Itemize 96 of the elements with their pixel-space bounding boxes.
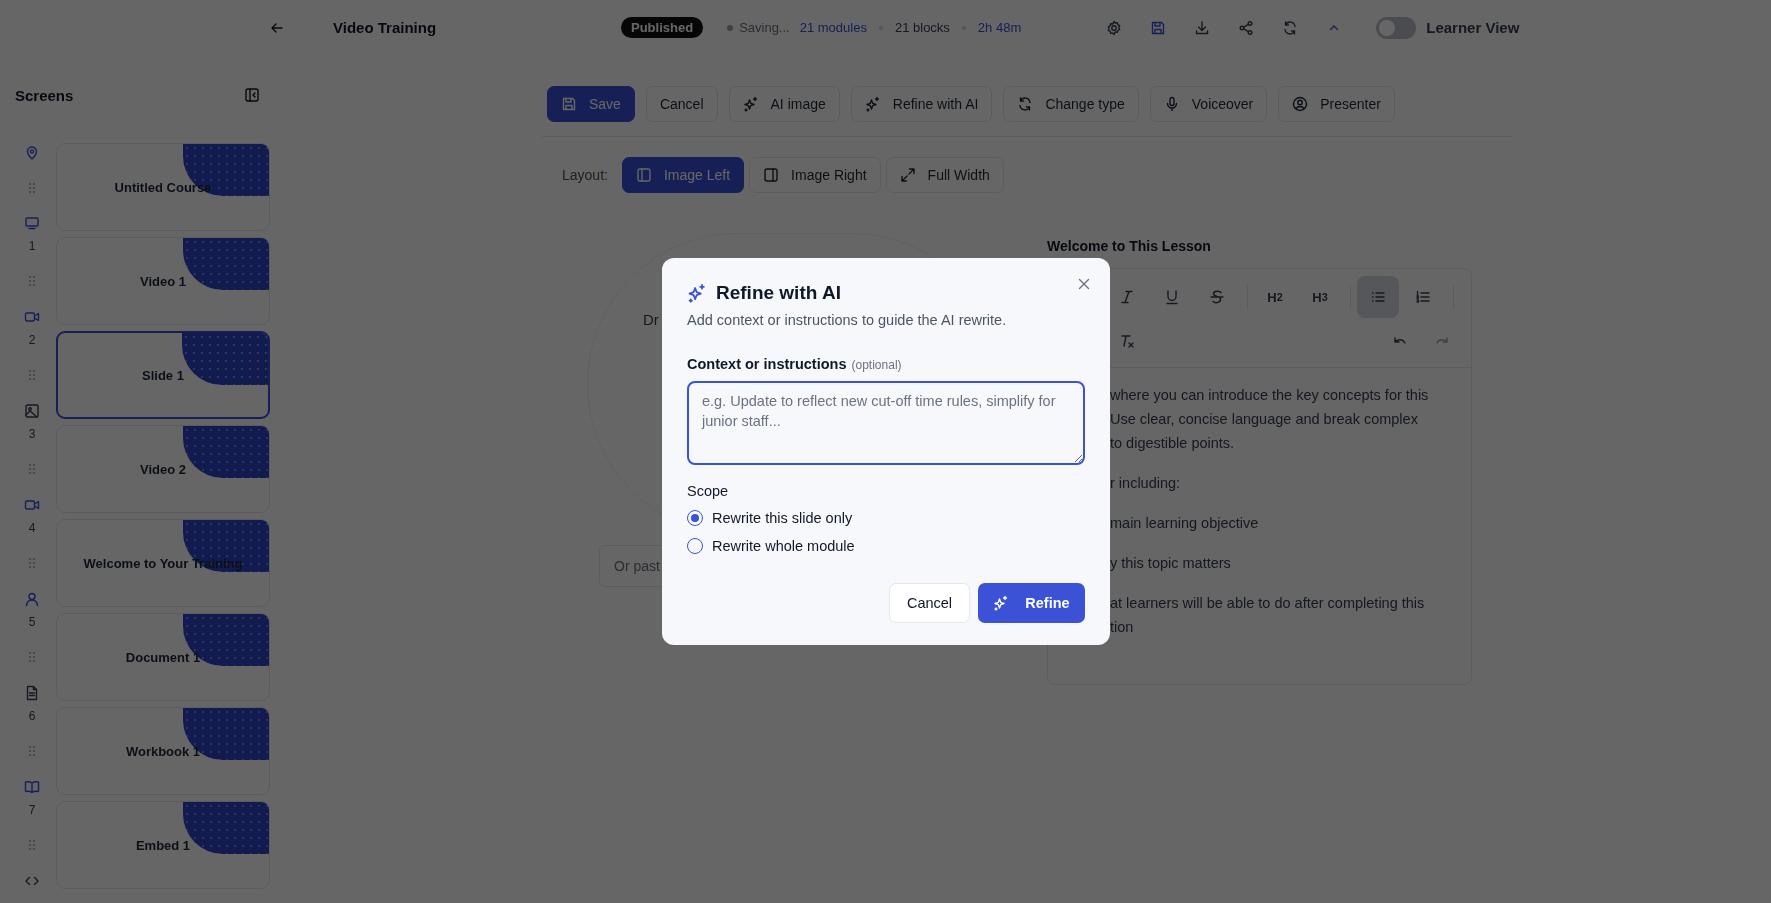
layout-label: Layout: — [562, 167, 608, 183]
close-icon[interactable] — [1076, 276, 1092, 292]
screen-number: 4 — [28, 521, 36, 535]
screen-title: Embed 1 — [135, 837, 191, 853]
screen-number: 5 — [28, 615, 36, 629]
drag-handle-icon[interactable] — [27, 649, 37, 665]
scope-option[interactable]: Rewrite whole module — [687, 537, 1085, 555]
drag-handle-icon[interactable] — [27, 461, 37, 477]
drop-zone-text: Dr — [643, 311, 659, 328]
course-stat: 21 blocks — [894, 20, 950, 35]
screen-card[interactable]: Embed 1 — [56, 801, 270, 889]
layout-option[interactable]: Image Left — [621, 157, 745, 193]
expand-icon — [899, 167, 916, 183]
toolbar-button[interactable]: Voiceover — [1149, 86, 1268, 122]
dialog-title: Refine with AI — [716, 282, 841, 304]
editor-text-line: y this topic matters — [1110, 554, 1232, 573]
toolbar-button[interactable]: Save — [547, 86, 635, 122]
course-title: Video Training — [333, 19, 438, 36]
screen-title: Slide 1 — [142, 367, 184, 383]
drag-handle-icon[interactable] — [27, 367, 37, 383]
share-icon[interactable] — [1238, 19, 1255, 36]
user-circle-icon — [1292, 96, 1309, 112]
modal-backdrop[interactable] — [0, 0, 1771, 903]
editor-text-line: main learning objective — [1110, 514, 1260, 533]
refresh-icon — [1017, 96, 1034, 112]
dialog-subtitle: Add context or instructions to guide the AI rewrite. — [687, 312, 1008, 328]
screen-number: 6 — [28, 709, 36, 723]
location-pin-icon — [24, 145, 40, 161]
screen-card[interactable]: Video 1 — [56, 237, 270, 325]
editor-text-line: at learners will be able to do after completing this — [1110, 594, 1426, 613]
editor-text-line: tion — [1110, 618, 1135, 637]
bullet-list-icon — [1370, 289, 1386, 305]
underline-icon — [1164, 289, 1180, 305]
collapse-panel-icon[interactable] — [244, 87, 260, 103]
screen-number: 2 — [28, 333, 36, 347]
strikethrough-icon — [1209, 289, 1225, 305]
image-icon — [24, 403, 40, 419]
clear-format-icon[interactable] — [1119, 333, 1135, 349]
content-heading: Welcome to This Lesson — [1047, 238, 1212, 254]
video-camera-icon — [24, 497, 40, 513]
screen-number: 1 — [28, 239, 36, 253]
scope-label: Scope — [687, 483, 730, 499]
person-icon — [24, 591, 40, 607]
screen-title: Video 1 — [140, 273, 186, 289]
toolbar-button[interactable]: Presenter — [1278, 86, 1395, 122]
screen-card[interactable]: Video 2 — [56, 425, 270, 513]
save-icon — [561, 96, 577, 112]
numbered-list-icon — [1415, 289, 1431, 305]
learner-view-toggle[interactable] — [1376, 16, 1417, 39]
save-icon[interactable] — [1150, 19, 1167, 36]
toggle-label: Learner View — [1426, 19, 1520, 36]
toolbar-button[interactable]: Change type — [1003, 86, 1139, 122]
instructions-field[interactable]: e.g. Update to reflect new cut-off time rules, simplify for junior staff... — [687, 381, 1085, 465]
toolbar-button[interactable]: Refine with AI — [850, 86, 993, 122]
refresh-icon[interactable] — [1282, 19, 1299, 36]
editor-text-line: where you can introduce the key concepts for this — [1110, 386, 1430, 405]
layout-option[interactable]: Full Width — [885, 157, 1004, 193]
status-badge: Published — [621, 17, 704, 38]
sparkle-icon — [864, 96, 881, 112]
screen-title: Video 2 — [140, 461, 186, 477]
course-stat: 2h 48m — [977, 20, 1022, 35]
drag-handle-icon[interactable] — [27, 180, 37, 196]
field-label: Context or instructions — [687, 356, 847, 372]
saving-status: Saving... — [727, 20, 790, 35]
drag-handle-icon[interactable] — [27, 273, 37, 289]
refine-button[interactable]: Refine — [978, 583, 1085, 623]
sparkle-icon — [742, 96, 759, 112]
course-stat: 21 modules — [799, 20, 867, 35]
panel-left-icon — [635, 167, 652, 183]
open-book-icon — [24, 779, 40, 795]
toolbar-button[interactable]: Cancel — [645, 86, 718, 122]
editor-text-line: Use clear, concise language and break complex — [1110, 410, 1419, 429]
settings-icon[interactable] — [1106, 19, 1123, 36]
document-icon — [24, 685, 40, 701]
monitor-icon — [24, 215, 40, 231]
sparkle-icon — [687, 283, 707, 303]
paste-placeholder: Or past — [614, 558, 660, 574]
screen-card[interactable]: Slide 1 — [56, 331, 270, 419]
screen-number: 7 — [28, 803, 36, 817]
video-camera-icon — [24, 309, 40, 325]
drag-handle-icon[interactable] — [27, 743, 37, 759]
scope-option[interactable]: Rewrite this slide only — [687, 509, 1085, 527]
download-icon[interactable] — [1194, 19, 1211, 36]
toolbar-button[interactable]: AI image — [728, 86, 840, 122]
screen-number: 3 — [28, 427, 36, 441]
drag-handle-icon[interactable] — [27, 555, 37, 571]
editor-text-line: to digestible points. — [1110, 434, 1236, 453]
sidebar-title: Screens — [15, 86, 74, 104]
sparkle-icon — [993, 595, 1010, 611]
optional-hint: (optional) — [851, 358, 902, 372]
drag-handle-icon[interactable] — [27, 837, 37, 853]
editor-text-line: r including: — [1110, 474, 1182, 493]
italic-icon — [1119, 289, 1135, 305]
panel-right-icon — [763, 167, 780, 183]
cancel-button[interactable]: Cancel — [889, 583, 970, 623]
layout-option[interactable]: Image Right — [749, 157, 881, 193]
